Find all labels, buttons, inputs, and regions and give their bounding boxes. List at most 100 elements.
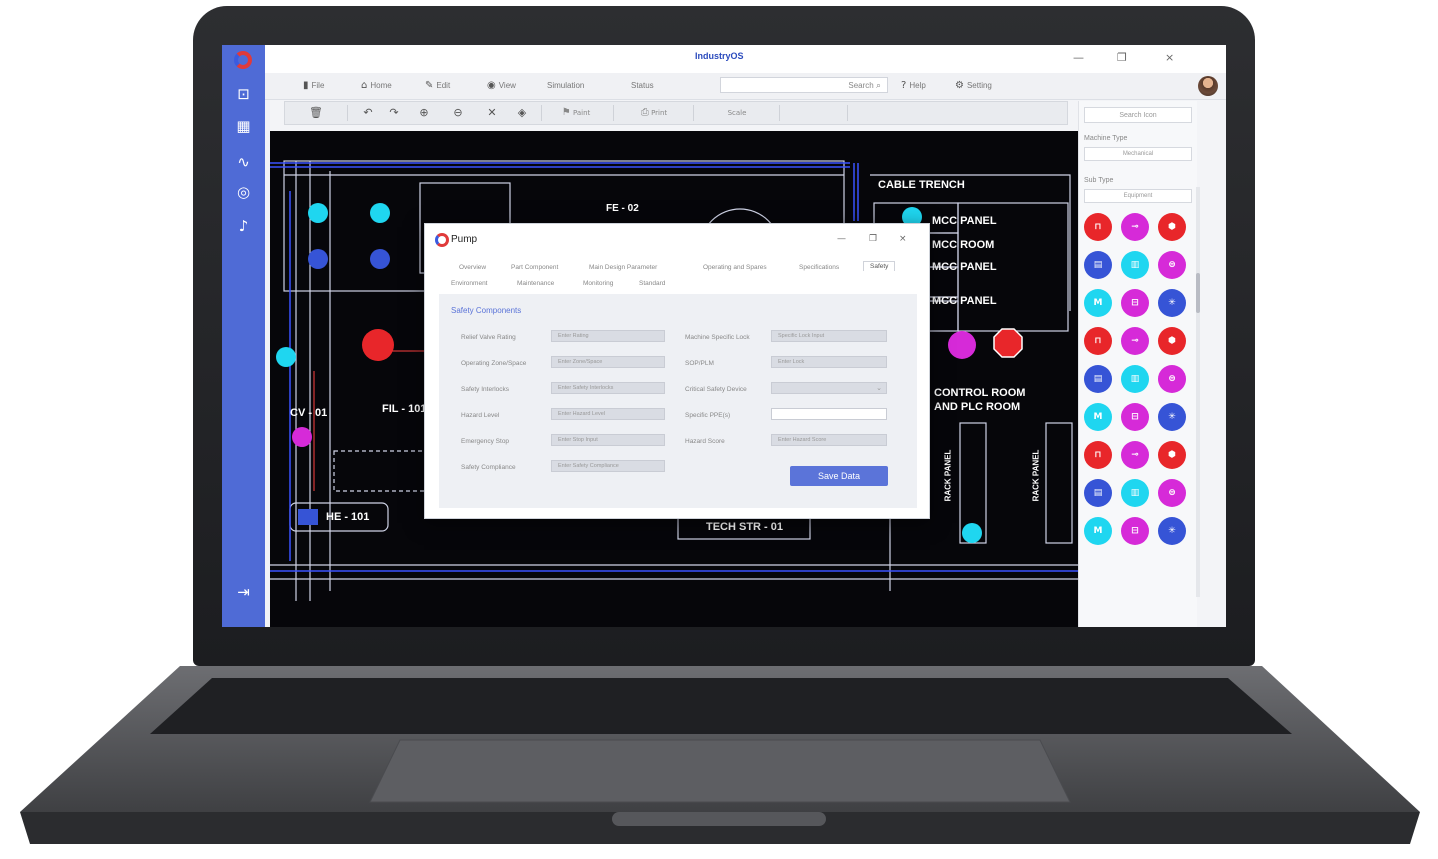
motor-symbol-icon[interactable]: ⊜ [1158, 479, 1186, 507]
bell-icon[interactable]: ♪ [222, 217, 265, 235]
tab-specifications[interactable]: Specifications [799, 264, 839, 271]
menu-home[interactable]: ⌂ Home [361, 79, 392, 93]
save-data-button[interactable]: Save Data [790, 466, 888, 486]
close-window-button[interactable]: × [1165, 51, 1174, 64]
operating-zone-input[interactable]: Enter Zone/Space [551, 356, 665, 368]
stop-symbol-icon[interactable]: ⬢ [1158, 213, 1186, 241]
logout-icon[interactable]: ⇥ [222, 583, 265, 601]
avatar[interactable] [1198, 76, 1218, 96]
menu-help-label: Help [909, 81, 926, 90]
safety-interlocks-input[interactable]: Enter Safety Interlocks [551, 382, 665, 394]
dialog-close-button[interactable]: × [899, 234, 907, 244]
tab-maintenance[interactable]: Maintenance [517, 280, 554, 287]
redo-icon[interactable]: ↷ [385, 104, 403, 122]
menu-file[interactable]: ▮ File [303, 79, 324, 93]
fan-symbol-icon[interactable]: ✳ [1158, 517, 1186, 545]
restore-button[interactable]: ❐ [1117, 51, 1127, 64]
toolbar-divider [347, 105, 348, 121]
search-input[interactable]: Search ⌕ [720, 77, 888, 93]
tank-symbol-icon[interactable]: ▤ [1084, 365, 1112, 393]
menu-status-label: Status [631, 81, 654, 90]
icon-search-input[interactable]: Search Icon [1084, 107, 1192, 123]
menu-view[interactable]: ◉ View [487, 79, 516, 93]
symbol-panel: Search Icon Machine Type Mechanical Sub … [1078, 101, 1200, 627]
filter-symbol-icon[interactable]: ▥ [1121, 365, 1149, 393]
hazard-level-input[interactable]: Enter Hazard Level [551, 408, 665, 420]
close-icon[interactable]: ✕ [483, 104, 501, 122]
zoom-out-icon[interactable]: ⊖ [449, 104, 467, 122]
layers-icon[interactable]: ⊡ [222, 85, 265, 103]
menu-help[interactable]: ? Help [901, 79, 926, 93]
help-icon: ? [901, 80, 907, 91]
menu-setting-label: Setting [966, 81, 992, 90]
fill-icon[interactable]: ◈ [513, 104, 531, 122]
menu-edit-label: Edit [436, 81, 451, 90]
valve-symbol-icon[interactable]: ⊸ [1121, 327, 1149, 355]
menu-edit[interactable]: ✎ Edit [425, 79, 450, 93]
machine-type-select[interactable]: Mechanical [1084, 147, 1192, 161]
tank-symbol-icon[interactable]: ▤ [1084, 479, 1112, 507]
specific-ppe-input[interactable] [771, 408, 887, 420]
dialog-minimize-button[interactable]: — [837, 234, 846, 244]
delete-icon[interactable]: 🗑 [307, 104, 325, 122]
paint-button[interactable]: ⚑ Paint [551, 104, 601, 122]
sub-type-select[interactable]: Equipment [1084, 189, 1192, 203]
tab-main-design-parameter[interactable]: Main Design Parameter [589, 264, 657, 271]
tab-monitoring[interactable]: Monitoring [583, 280, 613, 287]
pump-symbol-icon[interactable]: ⊓ [1084, 441, 1112, 469]
paint-icon: ⚑ [561, 107, 571, 118]
scrollbar-thumb[interactable] [1196, 273, 1200, 313]
hazard-score-input[interactable]: Enter Hazard Score [771, 434, 887, 446]
menu-status[interactable]: Status [631, 79, 654, 93]
tab-safety[interactable]: Safety [863, 261, 896, 271]
pump-symbol-icon[interactable]: ⊓ [1084, 213, 1112, 241]
dialog-restore-button[interactable]: ❐ [869, 234, 877, 244]
fan-symbol-icon[interactable]: ✳ [1158, 403, 1186, 431]
pump-symbol-icon[interactable]: ⊓ [1084, 327, 1112, 355]
compressor-symbol-icon[interactable]: ⊟ [1121, 289, 1149, 317]
meter-symbol-icon[interactable]: M [1084, 289, 1112, 317]
grid-icon[interactable]: ▦ [222, 117, 265, 135]
valve-symbol-icon[interactable]: ⊸ [1121, 213, 1149, 241]
relief-valve-rating-input[interactable]: Enter Rating [551, 330, 665, 342]
filter-symbol-icon[interactable]: ▥ [1121, 251, 1149, 279]
safety-compliance-input[interactable]: Enter Safety Compliance [551, 460, 665, 472]
field-label: Critical Safety Device [685, 386, 747, 393]
zoom-in-icon[interactable]: ⊕ [415, 104, 433, 122]
menu-simulation[interactable]: Simulation [547, 79, 584, 93]
tab-environment[interactable]: Environment [451, 280, 488, 287]
minimize-button[interactable]: — [1073, 51, 1084, 64]
filter-symbol-icon[interactable]: ▥ [1121, 479, 1149, 507]
scale-button[interactable]: Scale [715, 104, 759, 122]
undo-icon[interactable]: ↶ [359, 104, 377, 122]
activity-icon[interactable]: ∿ [222, 153, 265, 171]
emergency-stop-input[interactable]: Enter Stop Input [551, 434, 665, 446]
sop-plm-input[interactable]: Enter Lock [771, 356, 887, 368]
target-icon[interactable]: ◎ [222, 183, 265, 201]
meter-symbol-icon[interactable]: M [1084, 403, 1112, 431]
compressor-symbol-icon[interactable]: ⊟ [1121, 403, 1149, 431]
tab-overview[interactable]: Overview [459, 264, 486, 271]
print-button[interactable]: ⎙ Print [629, 104, 679, 122]
toolbar-divider [693, 105, 694, 121]
machine-specific-lock-input[interactable]: Specific Lock Input [771, 330, 887, 342]
motor-symbol-icon[interactable]: ⊜ [1158, 365, 1186, 393]
motor-symbol-icon[interactable]: ⊜ [1158, 251, 1186, 279]
menu-bar: ▮ File ⌂ Home ✎ Edit ◉ View Simulation Statu… [265, 73, 1226, 100]
tab-standard[interactable]: Standard [639, 280, 665, 287]
meter-symbol-icon[interactable]: M [1084, 517, 1112, 545]
tab-part-component[interactable]: Part Component [511, 264, 558, 271]
valve-symbol-icon[interactable]: ⊸ [1121, 441, 1149, 469]
tab-operating-spares[interactable]: Operating and Spares [703, 264, 767, 271]
fan-symbol-icon[interactable]: ✳ [1158, 289, 1186, 317]
label-fe02: FE - 02 [606, 203, 639, 214]
stop-symbol-icon[interactable]: ⬢ [1158, 441, 1186, 469]
tank-symbol-icon[interactable]: ▤ [1084, 251, 1112, 279]
compressor-symbol-icon[interactable]: ⊟ [1121, 517, 1149, 545]
stop-symbol-icon[interactable]: ⬢ [1158, 327, 1186, 355]
critical-safety-device-select[interactable]: ⌄ [771, 382, 887, 394]
symbol-scrollbar[interactable] [1196, 187, 1200, 597]
field-label: Specific PPE(s) [685, 412, 731, 419]
file-icon: ▮ [303, 80, 309, 91]
menu-setting[interactable]: ⚙ Setting [955, 79, 992, 93]
